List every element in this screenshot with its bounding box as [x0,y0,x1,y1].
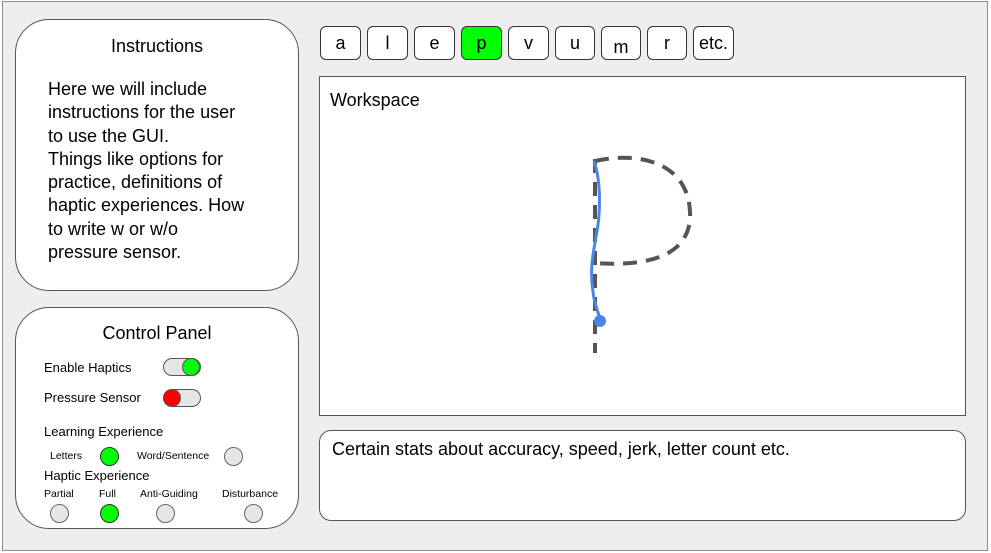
enable-haptics-toggle[interactable] [163,358,201,376]
haptic-experience-label: Haptic Experience [44,468,150,483]
instructions-line: haptic experiences. How [48,195,245,216]
guide-bowl [594,155,693,266]
letter-button-etc[interactable]: etc. [693,26,734,60]
word-sentence-option-label: Word/Sentence [137,450,210,462]
instructions-line: Things like options for [48,148,224,169]
pen-cursor [594,315,606,327]
anti-guiding-radio[interactable] [156,504,175,523]
pressure-sensor-toggle[interactable] [163,389,201,407]
letters-option-label: Letters [50,450,83,462]
instructions-line: practice, definitions of [48,172,223,193]
instructions-line: Here we will include [48,79,208,99]
partial-option-label: Partial [44,488,74,500]
control-panel-title: Control Panel [102,323,212,343]
full-option-label: Full [99,488,116,500]
instructions-line: instructions for the user [48,102,236,123]
disturbance-radio[interactable] [244,504,263,523]
toggle-knob [163,389,181,407]
learning-experience-label: Learning Experience [44,424,164,439]
stats-text: Certain stats about accuracy, speed, jer… [332,439,790,459]
writing-area[interactable] [320,77,965,415]
partial-radio[interactable] [50,504,69,523]
instructions-title: Instructions [110,36,204,56]
letter-button-m[interactable]: m [601,26,641,60]
letter-button-a[interactable]: a [320,26,361,60]
instructions-line: to use the GUI. [48,125,170,146]
disturbance-option-label: Disturbance [222,488,279,500]
full-radio[interactable] [100,504,119,523]
letters-radio[interactable] [100,447,119,466]
letter-button-e[interactable]: e [414,26,455,60]
letter-button-r[interactable]: r [647,26,687,60]
anti-guiding-option-label: Anti-Guiding [140,488,198,500]
word-sentence-radio[interactable] [224,447,243,466]
letter-button-p[interactable]: p [461,26,502,60]
enable-haptics-label: Enable Haptics [44,360,132,375]
letter-button-u[interactable]: u [555,26,595,60]
workspace-canvas[interactable]: Workspace [319,76,966,416]
toggle-knob [182,358,200,376]
instructions-line: to write w or w/o [48,218,179,239]
stats-panel: Certain stats about accuracy, speed, jer… [319,430,966,521]
instructions-line: pressure sensor. [48,242,182,263]
instructions-panel: Instructions Here we will include instru… [15,19,299,291]
instructions-text: Here we will include instructions for th… [48,78,278,264]
letter-button-l[interactable]: l [367,26,408,60]
letter-p-guide [593,155,693,353]
letter-button-v[interactable]: v [508,26,549,60]
pressure-sensor-label: Pressure Sensor [44,390,141,405]
control-panel: Control Panel Enable Haptics Pressure Se… [15,307,299,529]
